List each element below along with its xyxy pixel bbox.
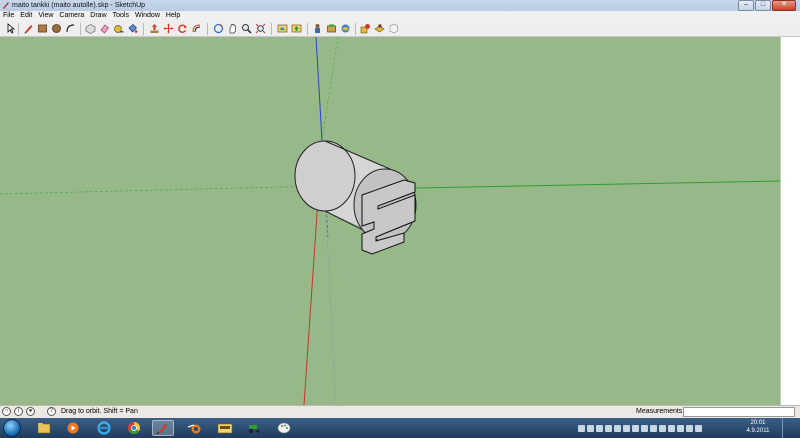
arc-tool-icon[interactable] <box>65 23 76 34</box>
maximize-button[interactable]: □ <box>755 0 771 11</box>
tray-app-icon[interactable] <box>650 424 657 432</box>
tray-power-icon[interactable] <box>686 424 693 432</box>
move-icon[interactable] <box>163 23 174 34</box>
rectangle-tool-icon[interactable] <box>37 23 48 34</box>
menu-draw[interactable]: Draw <box>90 11 106 21</box>
minimize-button[interactable]: – <box>738 0 754 11</box>
circle-tool-icon[interactable] <box>51 23 62 34</box>
status-bar: ○ i ● ? Drag to orbit. Shift = Pan Measu… <box>0 405 800 418</box>
make-component-icon[interactable] <box>85 23 96 34</box>
toolbar-separator <box>18 23 19 35</box>
user-icon[interactable]: ● <box>26 407 35 416</box>
show-desktop-button[interactable] <box>782 418 797 438</box>
select-tool-icon[interactable] <box>5 23 16 34</box>
internet-explorer-icon[interactable] <box>93 420 115 436</box>
menu-view[interactable]: View <box>38 11 53 21</box>
tray-network-icon[interactable] <box>596 424 603 432</box>
toolbar-separator <box>207 23 208 35</box>
media-player-icon[interactable] <box>62 420 84 436</box>
explorer-icon[interactable] <box>33 420 55 436</box>
scene-icon[interactable] <box>340 23 351 34</box>
menu-help[interactable]: Help <box>166 11 180 21</box>
menu-camera[interactable]: Camera <box>59 11 84 21</box>
tray-keyboard-icon[interactable] <box>587 424 594 432</box>
toolbar-separator <box>271 23 272 35</box>
menu-window[interactable]: Window <box>135 11 160 21</box>
tray-app-icon[interactable] <box>641 424 648 432</box>
rotate-icon[interactable] <box>177 23 188 34</box>
chrome-icon[interactable] <box>123 420 145 436</box>
paint-icon[interactable] <box>273 420 295 436</box>
zoom-extents-icon[interactable] <box>255 23 266 34</box>
push-pull-icon[interactable] <box>149 23 160 34</box>
help-icon[interactable]: ? <box>47 407 56 416</box>
offset-icon[interactable] <box>191 23 202 34</box>
vertical-scrollbar[interactable] <box>780 37 800 405</box>
measurements-input[interactable] <box>683 407 795 417</box>
menu-edit[interactable]: Edit <box>20 11 32 21</box>
folder-icon[interactable] <box>214 420 236 436</box>
extension-icon[interactable] <box>326 23 337 34</box>
tray-flag-icon[interactable] <box>668 424 675 432</box>
paint-bucket-icon[interactable] <box>127 23 138 34</box>
tray-fi-icon[interactable] <box>578 424 585 432</box>
orbit-icon[interactable] <box>213 23 224 34</box>
tractor-game-icon[interactable] <box>243 420 265 436</box>
menu-file[interactable]: File <box>3 11 14 21</box>
style-icon[interactable] <box>360 23 371 34</box>
tray-usb-icon[interactable] <box>614 424 621 432</box>
toolbar-separator <box>307 23 308 35</box>
tray-wifi-icon[interactable] <box>695 424 702 432</box>
close-button[interactable]: ✕ <box>772 0 796 11</box>
geo-location-icon[interactable]: ○ <box>2 407 11 416</box>
zoom-icon[interactable] <box>241 23 252 34</box>
tray-bluetooth-icon[interactable] <box>605 424 612 432</box>
get-models-icon[interactable] <box>277 23 288 34</box>
toolbar-separator <box>143 23 144 35</box>
section-plane-icon[interactable] <box>388 23 399 34</box>
main-toolbar <box>0 21 800 37</box>
window-title: maito tankki (maito autolle).skp - Sketc… <box>12 2 146 9</box>
toolbar-separator <box>355 23 356 35</box>
tape-measure-icon[interactable] <box>113 23 124 34</box>
start-button[interactable] <box>3 419 21 437</box>
window-controls: – □ ✕ <box>738 0 796 11</box>
sketchup-app-icon <box>3 2 9 9</box>
green-axis-negative <box>321 37 339 141</box>
tray-volume-icon[interactable] <box>677 424 684 432</box>
blue-axis-positive <box>315 37 323 141</box>
pan-icon[interactable] <box>227 23 238 34</box>
tray-display-icon[interactable] <box>623 424 630 432</box>
tray-app-icon[interactable] <box>659 424 666 432</box>
sketchup-icon[interactable] <box>152 420 174 436</box>
taskbar-clock[interactable]: 20:01 4.9.2011 <box>742 419 774 435</box>
menu-tools[interactable]: Tools <box>113 11 129 21</box>
title-bar: maito tankki (maito autolle).skp - Sketc… <box>0 0 800 11</box>
clock-time: 20:01 <box>750 420 766 426</box>
toolbar-separator <box>80 23 81 35</box>
tray-battery-icon[interactable] <box>632 424 639 432</box>
share-model-icon[interactable] <box>291 23 302 34</box>
measurements-label: Measurements <box>636 408 683 415</box>
menu-bar: File Edit View Camera Draw Tools Window … <box>0 11 800 21</box>
status-hint: Drag to orbit. Shift = Pan <box>61 408 138 415</box>
layer-icon[interactable] <box>374 23 385 34</box>
red-axis-negative <box>0 185 323 195</box>
scene-canvas[interactable] <box>0 37 780 405</box>
system-tray <box>578 420 702 436</box>
green-axis-positive <box>414 180 780 189</box>
windows-taskbar: 20:01 4.9.2011 <box>0 418 800 438</box>
blender-icon[interactable] <box>184 420 206 436</box>
clock-date: 4.9.2011 <box>746 428 770 434</box>
eraser-icon[interactable] <box>99 23 110 34</box>
modeling-viewport[interactable] <box>0 37 780 405</box>
component-icon[interactable] <box>312 23 323 34</box>
credits-icon[interactable]: i <box>14 407 23 416</box>
milk-tank-model[interactable] <box>294 140 417 255</box>
pencil-line-tool-icon[interactable] <box>23 23 34 34</box>
